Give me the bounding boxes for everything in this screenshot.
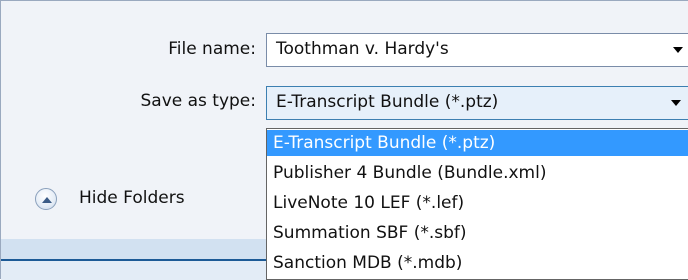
dropdown-option-sbf[interactable]: Summation SBF (*.sbf) bbox=[267, 220, 688, 246]
save-dialog: File name: Toothman v. Hardy's Save as t… bbox=[0, 0, 688, 280]
dropdown-option-mdb[interactable]: Sanction MDB (*.mdb) bbox=[267, 250, 688, 276]
file-name-label: File name: bbox=[168, 39, 256, 59]
save-type-label: Save as type: bbox=[140, 91, 256, 111]
save-type-select[interactable]: E-Transcript Bundle (*.ptz) bbox=[266, 86, 688, 120]
file-name-value[interactable]: Toothman v. Hardy's bbox=[276, 39, 449, 59]
hide-folders-label[interactable]: Hide Folders bbox=[79, 188, 185, 208]
file-name-field[interactable]: Toothman v. Hardy's bbox=[266, 33, 688, 67]
footer-band bbox=[1, 239, 266, 259]
save-type-value[interactable]: E-Transcript Bundle (*.ptz) bbox=[276, 92, 498, 112]
dropdown-option-bundle-xml[interactable]: Publisher 4 Bundle (Bundle.xml) bbox=[267, 160, 688, 186]
dropdown-option-ptz[interactable]: E-Transcript Bundle (*.ptz) bbox=[267, 130, 688, 156]
footer-base bbox=[1, 261, 266, 280]
chevron-down-icon[interactable] bbox=[671, 100, 681, 106]
save-type-dropdown: E-Transcript Bundle (*.ptz) Publisher 4 … bbox=[266, 128, 688, 280]
dropdown-option-lef[interactable]: LiveNote 10 LEF (*.lef) bbox=[267, 190, 688, 216]
chevron-up-circle-icon[interactable] bbox=[35, 188, 57, 210]
chevron-down-icon[interactable] bbox=[673, 47, 683, 53]
